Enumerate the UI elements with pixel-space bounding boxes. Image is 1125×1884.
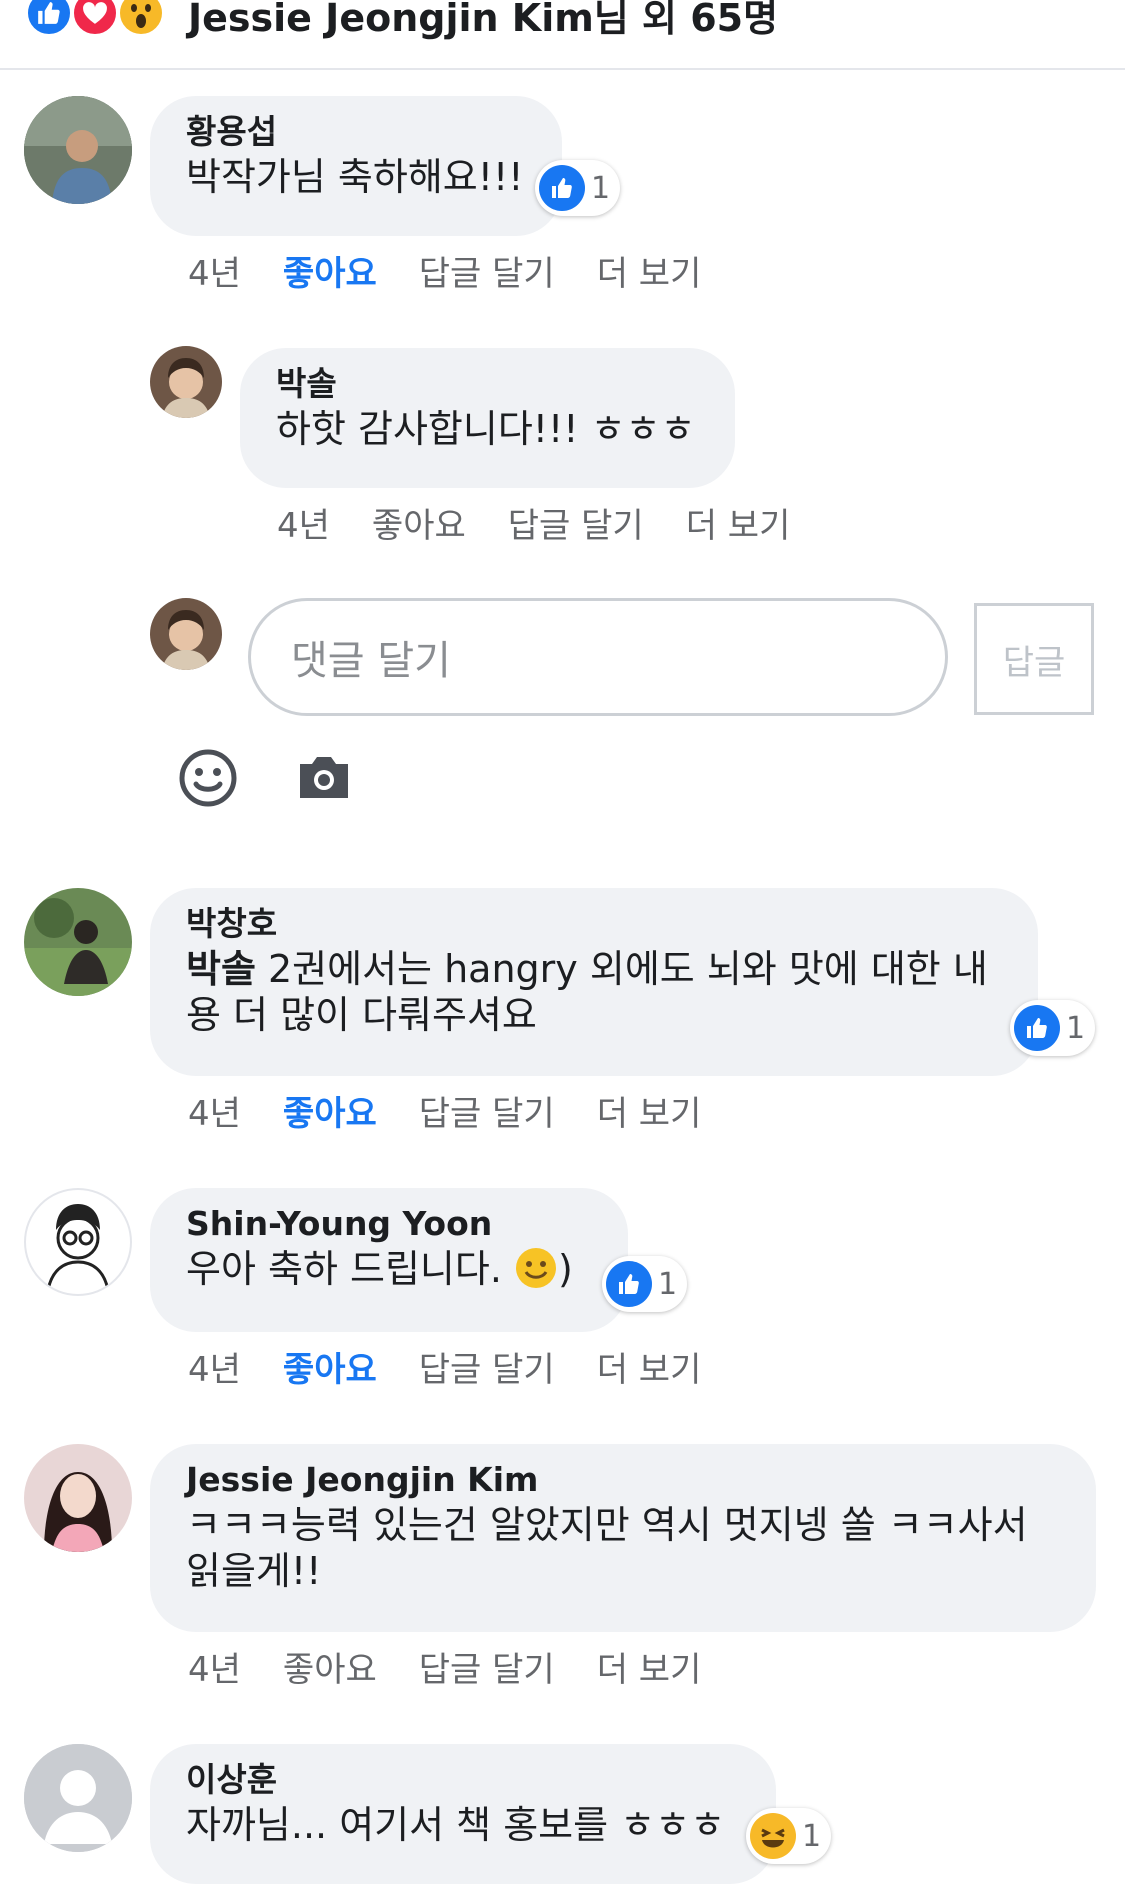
comment-author[interactable]: 박솔 [276, 362, 699, 406]
reaction-count[interactable]: 1 [535, 160, 621, 216]
comment-bubble: 이상훈 자까님... 여기서 책 홍보를 ㅎㅎㅎ [150, 1744, 776, 1884]
mention-link[interactable]: 박솔 [186, 947, 256, 991]
reply-input[interactable]: 댓글 달기 [248, 598, 948, 716]
like-icon [1014, 1005, 1060, 1051]
comment-bubble: 박솔 하핫 감사합니다!!! ㅎㅎㅎ [240, 348, 735, 488]
reaction-count[interactable]: 1 [602, 1256, 688, 1312]
comment-text: 박솔 2권에서는 hangry 외에도 뇌와 맛에 대한 내용 더 많이 다뤄주… [186, 947, 988, 1037]
like-button[interactable]: 좋아요 [283, 1086, 377, 1135]
reply-button[interactable]: 답글 달기 [419, 1642, 555, 1691]
comment-text: 하핫 감사합니다!!! ㅎㅎㅎ [276, 407, 696, 451]
reply-button[interactable]: 답글 달기 [508, 498, 644, 547]
like-button[interactable]: 좋아요 [283, 1642, 377, 1691]
avatar[interactable] [24, 1744, 132, 1852]
like-button[interactable]: 좋아요 [283, 1342, 377, 1391]
comment-author[interactable]: 이상훈 [186, 1758, 740, 1802]
reply-button[interactable]: 답글 달기 [419, 1086, 555, 1135]
reply-placeholder: 댓글 달기 [291, 638, 451, 684]
more-button[interactable]: 더 보기 [597, 246, 702, 295]
comment-actions: 4년 좋아요 답글 달기 더 보기 [188, 1342, 743, 1391]
more-button[interactable]: 더 보기 [597, 1342, 702, 1391]
timestamp[interactable]: 4년 [188, 1086, 241, 1135]
like-icon [24, 0, 74, 38]
like-icon [606, 1261, 652, 1307]
comment-actions: 4년 좋아요 답글 달기 더 보기 [188, 1086, 743, 1135]
avatar[interactable] [24, 888, 132, 996]
timestamp[interactable]: 4년 [188, 1342, 241, 1391]
wow-icon [116, 0, 166, 38]
comment-actions: 4년 좋아요 답글 달기 더 보기 [188, 1642, 743, 1691]
like-button[interactable]: 좋아요 [283, 246, 377, 295]
comment-bubble: Jessie Jeongjin Kim ㅋㅋㅋ능력 있는건 알았지만 역시 멋지… [150, 1444, 1096, 1632]
more-button[interactable]: 더 보기 [686, 498, 791, 547]
comment-author[interactable]: 황용섭 [186, 110, 526, 154]
current-user-avatar [150, 598, 222, 670]
emoji-icon[interactable] [178, 748, 238, 808]
timestamp[interactable]: 4년 [277, 498, 330, 547]
comment-actions: 4년 좋아요 답글 달기 더 보기 [188, 246, 743, 295]
like-icon [539, 165, 585, 211]
comment-bubble: 박창호 박솔 2권에서는 hangry 외에도 뇌와 맛에 대한 내용 더 많이… [150, 888, 1038, 1076]
reply-button[interactable]: 답글 달기 [419, 1342, 555, 1391]
comment-bubble: Shin-Young Yoon 우아 축하 드립니다. ) [150, 1188, 628, 1332]
reaction-count[interactable]: 1 [1010, 1000, 1096, 1056]
reactions-header[interactable]: Jessie Jeongjin Kim님 외 65명 [0, 0, 1125, 70]
reaction-icons [24, 0, 174, 44]
like-button[interactable]: 좋아요 [372, 498, 466, 547]
reaction-count[interactable]: 1 [746, 1808, 832, 1864]
reply-submit-button[interactable]: 답글 [974, 603, 1094, 715]
smile-emoji-icon [516, 1248, 556, 1288]
haha-icon [750, 1813, 796, 1859]
timestamp[interactable]: 4년 [188, 1642, 241, 1691]
avatar[interactable] [24, 96, 132, 204]
comment-author[interactable]: Shin-Young Yoon [186, 1202, 592, 1246]
comment-author[interactable]: Jessie Jeongjin Kim [186, 1458, 1060, 1502]
more-button[interactable]: 더 보기 [597, 1086, 702, 1135]
comment-text: 박작가님 축하해요!!! [186, 155, 524, 199]
timestamp[interactable]: 4년 [188, 246, 241, 295]
reactors-summary[interactable]: Jessie Jeongjin Kim님 외 65명 [188, 0, 778, 42]
more-button[interactable]: 더 보기 [597, 1642, 702, 1691]
comment-actions: 4년 좋아요 답글 달기 더 보기 [277, 498, 832, 547]
reply-button[interactable]: 답글 달기 [419, 246, 555, 295]
avatar[interactable] [150, 346, 222, 418]
comment-bubble: 황용섭 박작가님 축하해요!!! [150, 96, 562, 236]
comment-text: 우아 축하 드립니다. ) [186, 1247, 573, 1291]
camera-icon[interactable] [296, 752, 352, 802]
comment-text: ㅋㅋㅋ능력 있는건 알았지만 역시 멋지넹 쏠 ㅋㅋ사서 읽을게!! [186, 1503, 1028, 1593]
comment-text: 자까님... 여기서 책 홍보를 ㅎㅎㅎ [186, 1803, 726, 1847]
avatar[interactable] [24, 1444, 132, 1552]
love-icon [70, 0, 120, 38]
avatar[interactable] [24, 1188, 132, 1296]
comment-author[interactable]: 박창호 [186, 902, 1002, 946]
